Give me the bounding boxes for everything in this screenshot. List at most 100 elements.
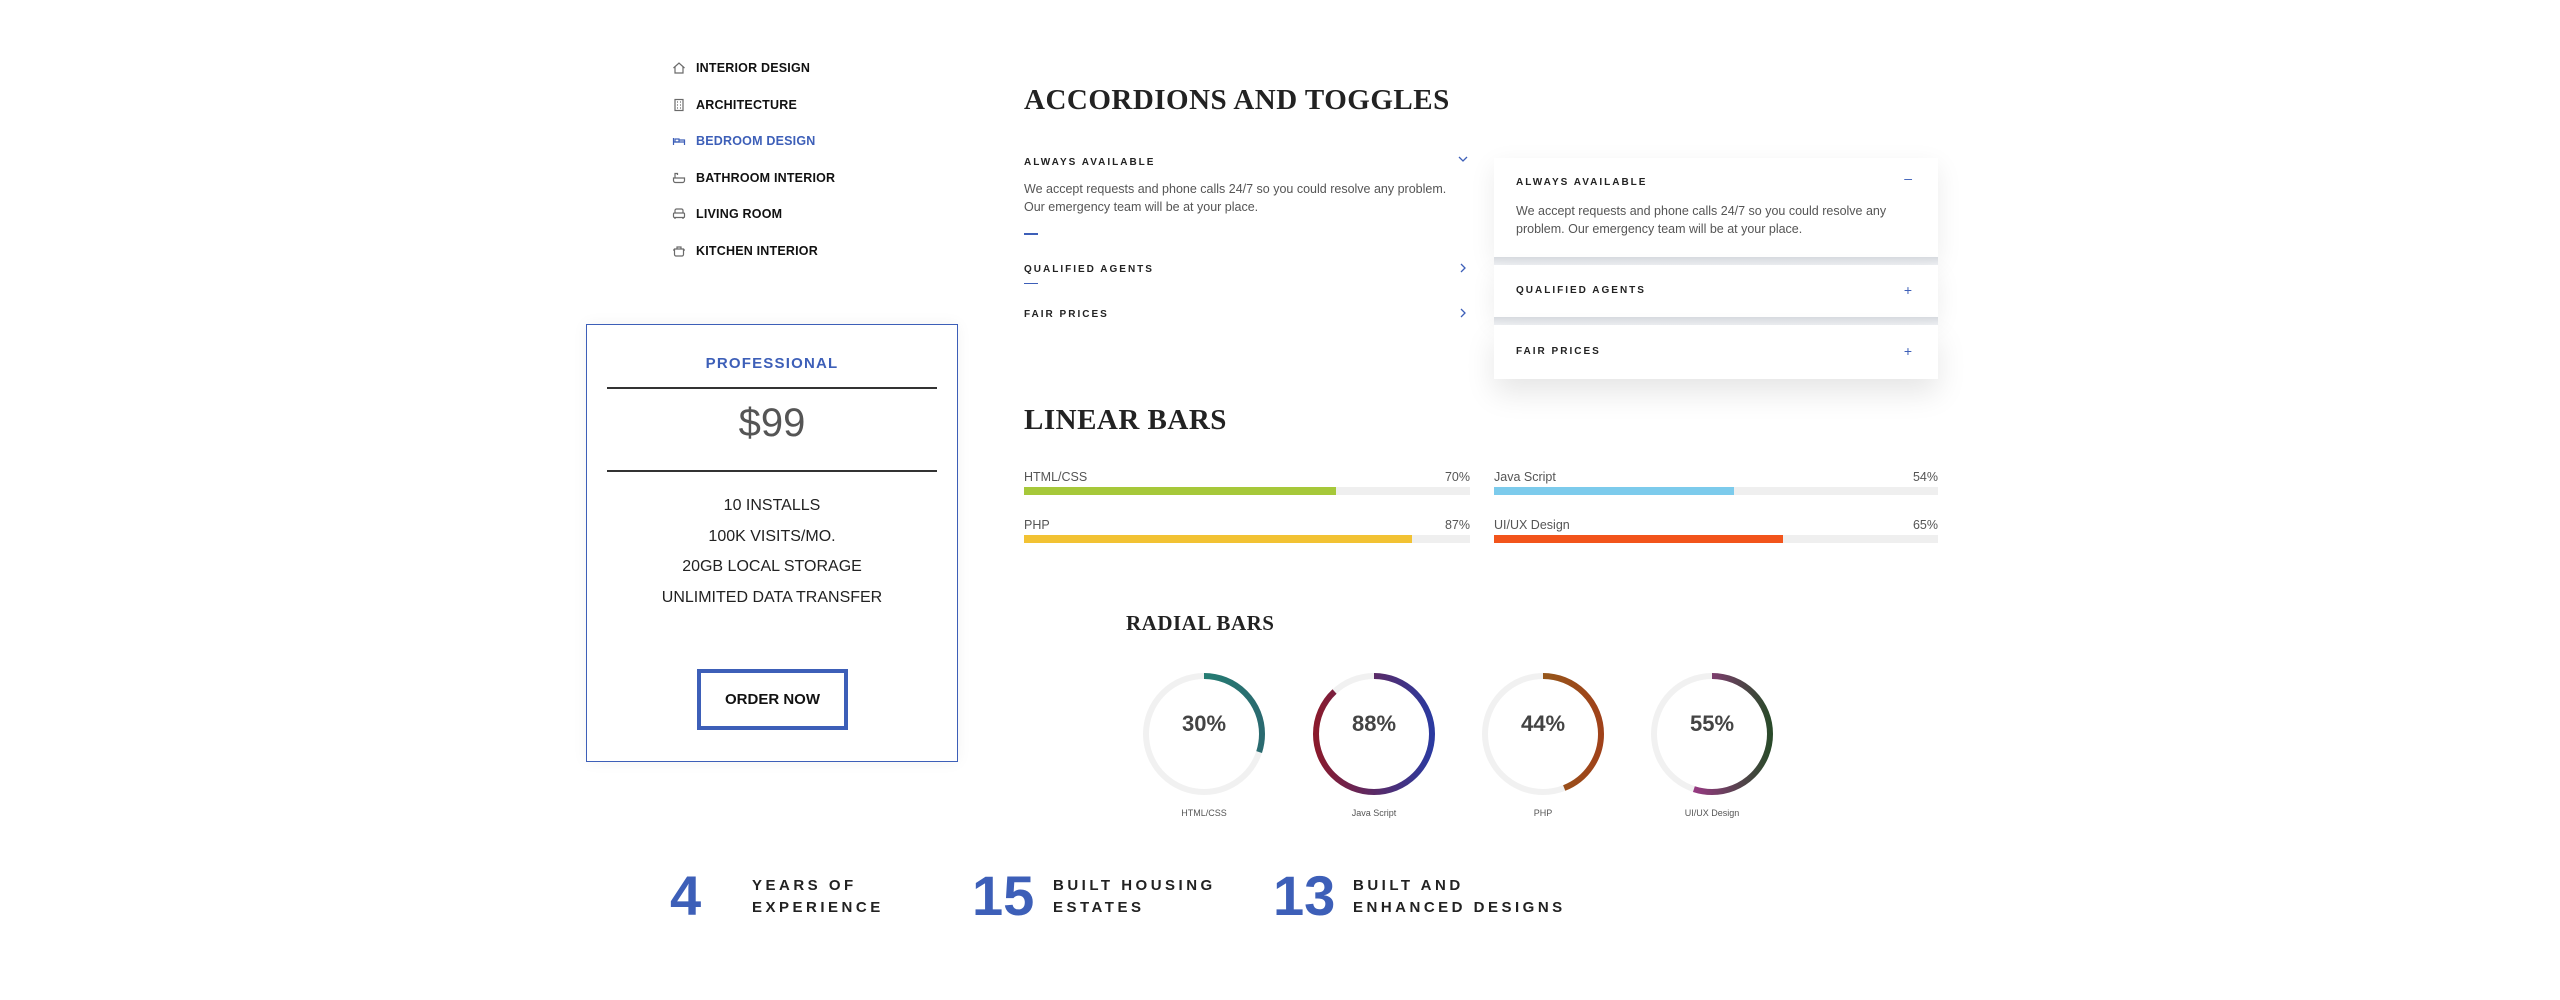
- radial-value: 88%: [1351, 711, 1397, 736]
- accordion-header-qualified-agents[interactable]: QUALIFIED AGENTS: [1024, 259, 1470, 279]
- bar-percent: 87%: [1444, 518, 1470, 532]
- sidebar-menu: INTERIOR DESIGN ARCHITECTURE BEDROOM DES…: [672, 50, 932, 269]
- chevron-right-icon: [1456, 261, 1470, 275]
- plan-name: PROFESSIONAL: [705, 355, 839, 372]
- bar-label: HTML/CSS: [1024, 470, 1088, 484]
- sidebar-item-label: BEDROOM DESIGN: [696, 134, 816, 149]
- radial-bar-ui-ux-design: 55% UI/UX Design: [1648, 670, 1776, 830]
- radial-value: 30%: [1181, 711, 1227, 736]
- feature-item: 100K VISITS/MO.: [708, 527, 836, 545]
- toggle-qualified-agents[interactable]: QUALIFIED AGENTS +: [1494, 265, 1938, 317]
- toggle-body: We accept requests and phone calls 24/7 …: [1516, 204, 1887, 236]
- radial-bars-heading: RADIAL BARS: [1126, 611, 1275, 635]
- stat-label-line: BUILT HOUSING: [1053, 877, 1216, 894]
- bar-track: [1494, 487, 1938, 495]
- home-icon: [672, 61, 686, 75]
- stat-label-line: EXPERIENCE: [752, 899, 884, 916]
- sidebar-item-living-room[interactable]: LIVING ROOM: [672, 196, 932, 233]
- accordion-body: We accept requests and phone calls 24/7 …: [1024, 182, 1447, 214]
- armchair-icon: [672, 207, 686, 221]
- sidebar-item-kitchen-interior[interactable]: KITCHEN INTERIOR: [672, 233, 932, 270]
- bed-icon: [672, 134, 686, 148]
- building-icon: [672, 98, 686, 112]
- chevron-right-icon: [1456, 306, 1470, 320]
- toggle-title: FAIR PRICES: [1516, 346, 1601, 357]
- accordion-left: ALWAYS AVAILABLE We accept requests and …: [1024, 152, 1470, 324]
- accordion-title: QUALIFIED AGENTS: [1024, 263, 1154, 275]
- bar-fill: [1494, 535, 1783, 543]
- radial-bar-php: 44% PHP: [1479, 670, 1607, 830]
- sidebar-item-architecture[interactable]: ARCHITECTURE: [672, 87, 932, 124]
- sidebar-item-label: LIVING ROOM: [696, 207, 783, 222]
- toggle-title: QUALIFIED AGENTS: [1516, 285, 1646, 296]
- sidebar-item-label: BATHROOM INTERIOR: [696, 170, 836, 185]
- toggle-always-available[interactable]: ALWAYS AVAILABLE – We accept requests an…: [1494, 158, 1938, 257]
- radial-bar-javascript: 88% Java Script: [1310, 670, 1438, 830]
- toggle-fair-prices[interactable]: FAIR PRICES +: [1494, 325, 1938, 379]
- sidebar-item-bathroom-interior[interactable]: BATHROOM INTERIOR: [672, 160, 932, 197]
- plus-icon: +: [1903, 343, 1912, 359]
- minus-icon: –: [1904, 170, 1912, 186]
- divider: [607, 387, 937, 389]
- stat-label: YEARS OF EXPERIENCE: [752, 875, 884, 919]
- stat-label-line: ENHANCED DESIGNS: [1353, 899, 1566, 916]
- radial-caption: PHP: [1533, 808, 1553, 818]
- pricing-card: PROFESSIONAL $99 10 INSTALLS 100K VISITS…: [586, 324, 958, 762]
- bar-fill: [1024, 535, 1413, 543]
- bar-track: [1494, 535, 1938, 543]
- toggle-separator: [1494, 317, 1938, 325]
- radial-value: 55%: [1689, 711, 1735, 736]
- feature-item: UNLIMITED DATA TRANSFER: [661, 588, 883, 606]
- stat-label-line: BUILT AND: [1353, 877, 1464, 894]
- stat-label: BUILT HOUSING ESTATES: [1053, 875, 1216, 919]
- divider: [607, 470, 937, 472]
- radial-bar-html-css: 30% HTML/CSS: [1140, 670, 1268, 830]
- bar-fill: [1494, 487, 1734, 495]
- stat-label-line: YEARS OF: [752, 877, 857, 894]
- accordion-header-always-available[interactable]: ALWAYS AVAILABLE: [1024, 152, 1470, 172]
- accordion-title: FAIR PRICES: [1024, 309, 1109, 320]
- accordion-separator: [1024, 282, 1038, 284]
- plan-price: $99: [738, 401, 806, 445]
- stat-label-line: ESTATES: [1053, 899, 1145, 916]
- accordion-header-fair-prices[interactable]: FAIR PRICES: [1024, 304, 1470, 324]
- linear-bar-html-css: HTML/CSS 70%: [1024, 470, 1470, 498]
- sidebar-item-bedroom-design[interactable]: BEDROOM DESIGN: [672, 123, 932, 160]
- linear-bar-javascript: Java Script 54%: [1494, 470, 1938, 498]
- accordion-separator: [1024, 233, 1038, 235]
- accordion-title: ALWAYS AVAILABLE: [1024, 157, 1156, 168]
- linear-bar-ui-ux-design: UI/UX Design 65%: [1494, 518, 1938, 546]
- accordions-heading: ACCORDIONS AND TOGGLES: [1024, 84, 1450, 116]
- bar-label: Java Script: [1494, 470, 1556, 484]
- linear-bar-php: PHP 87%: [1024, 518, 1470, 546]
- radial-caption: Java Script: [1351, 808, 1397, 818]
- plus-icon: +: [1903, 282, 1912, 298]
- sidebar-item-interior-design[interactable]: INTERIOR DESIGN: [672, 50, 932, 87]
- stat-label: BUILT AND ENHANCED DESIGNS: [1353, 875, 1566, 919]
- bar-track: [1024, 487, 1470, 495]
- feature-list: 10 INSTALLS 100K VISITS/MO. 20GB LOCAL S…: [587, 491, 957, 613]
- chevron-down-icon: [1456, 152, 1470, 166]
- sidebar-item-label: ARCHITECTURE: [696, 97, 798, 112]
- stat-number: 13: [1273, 864, 1336, 927]
- pot-icon: [672, 244, 686, 258]
- radial-value: 44%: [1520, 711, 1566, 736]
- toggle-title: ALWAYS AVAILABLE: [1516, 177, 1648, 188]
- radial-caption: HTML/CSS: [1181, 808, 1227, 818]
- bar-percent: 65%: [1912, 518, 1938, 532]
- bath-icon: [672, 171, 686, 185]
- stat-number: 15: [972, 864, 1035, 927]
- bar-percent: 70%: [1444, 470, 1470, 484]
- bar-label: PHP: [1024, 518, 1050, 532]
- bar-track: [1024, 535, 1470, 543]
- toggle-separator: [1494, 257, 1938, 265]
- radial-caption: UI/UX Design: [1684, 808, 1740, 818]
- sidebar-item-label: KITCHEN INTERIOR: [696, 243, 818, 258]
- bar-fill: [1024, 487, 1337, 495]
- sidebar-item-label: INTERIOR DESIGN: [696, 61, 811, 76]
- stat-number: 4: [670, 864, 702, 927]
- bar-percent: 54%: [1912, 470, 1938, 484]
- feature-item: 20GB LOCAL STORAGE: [682, 558, 862, 575]
- order-now-button[interactable]: ORDER NOW: [697, 669, 848, 730]
- bar-label: UI/UX Design: [1494, 518, 1570, 532]
